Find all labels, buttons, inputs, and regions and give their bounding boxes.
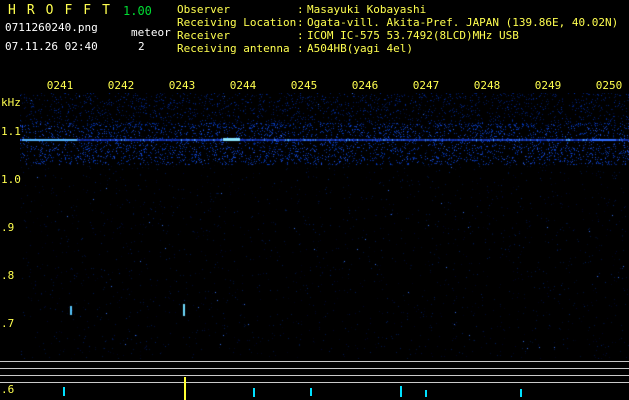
hrofft-app: HROFFT 1.00 0711260240.png meteor 07.11.… xyxy=(0,0,629,400)
activity-tick xyxy=(400,386,402,397)
meter-grid-line xyxy=(0,361,629,362)
signal-meter xyxy=(0,0,629,400)
meter-grid-line xyxy=(0,382,629,383)
activity-tick xyxy=(520,389,522,397)
activity-tick xyxy=(253,388,255,397)
meter-grid-line xyxy=(0,375,629,376)
activity-tick xyxy=(310,388,312,396)
activity-tick xyxy=(184,377,186,400)
activity-tick xyxy=(63,387,65,396)
activity-tick xyxy=(425,390,427,397)
meter-grid-line xyxy=(0,368,629,369)
